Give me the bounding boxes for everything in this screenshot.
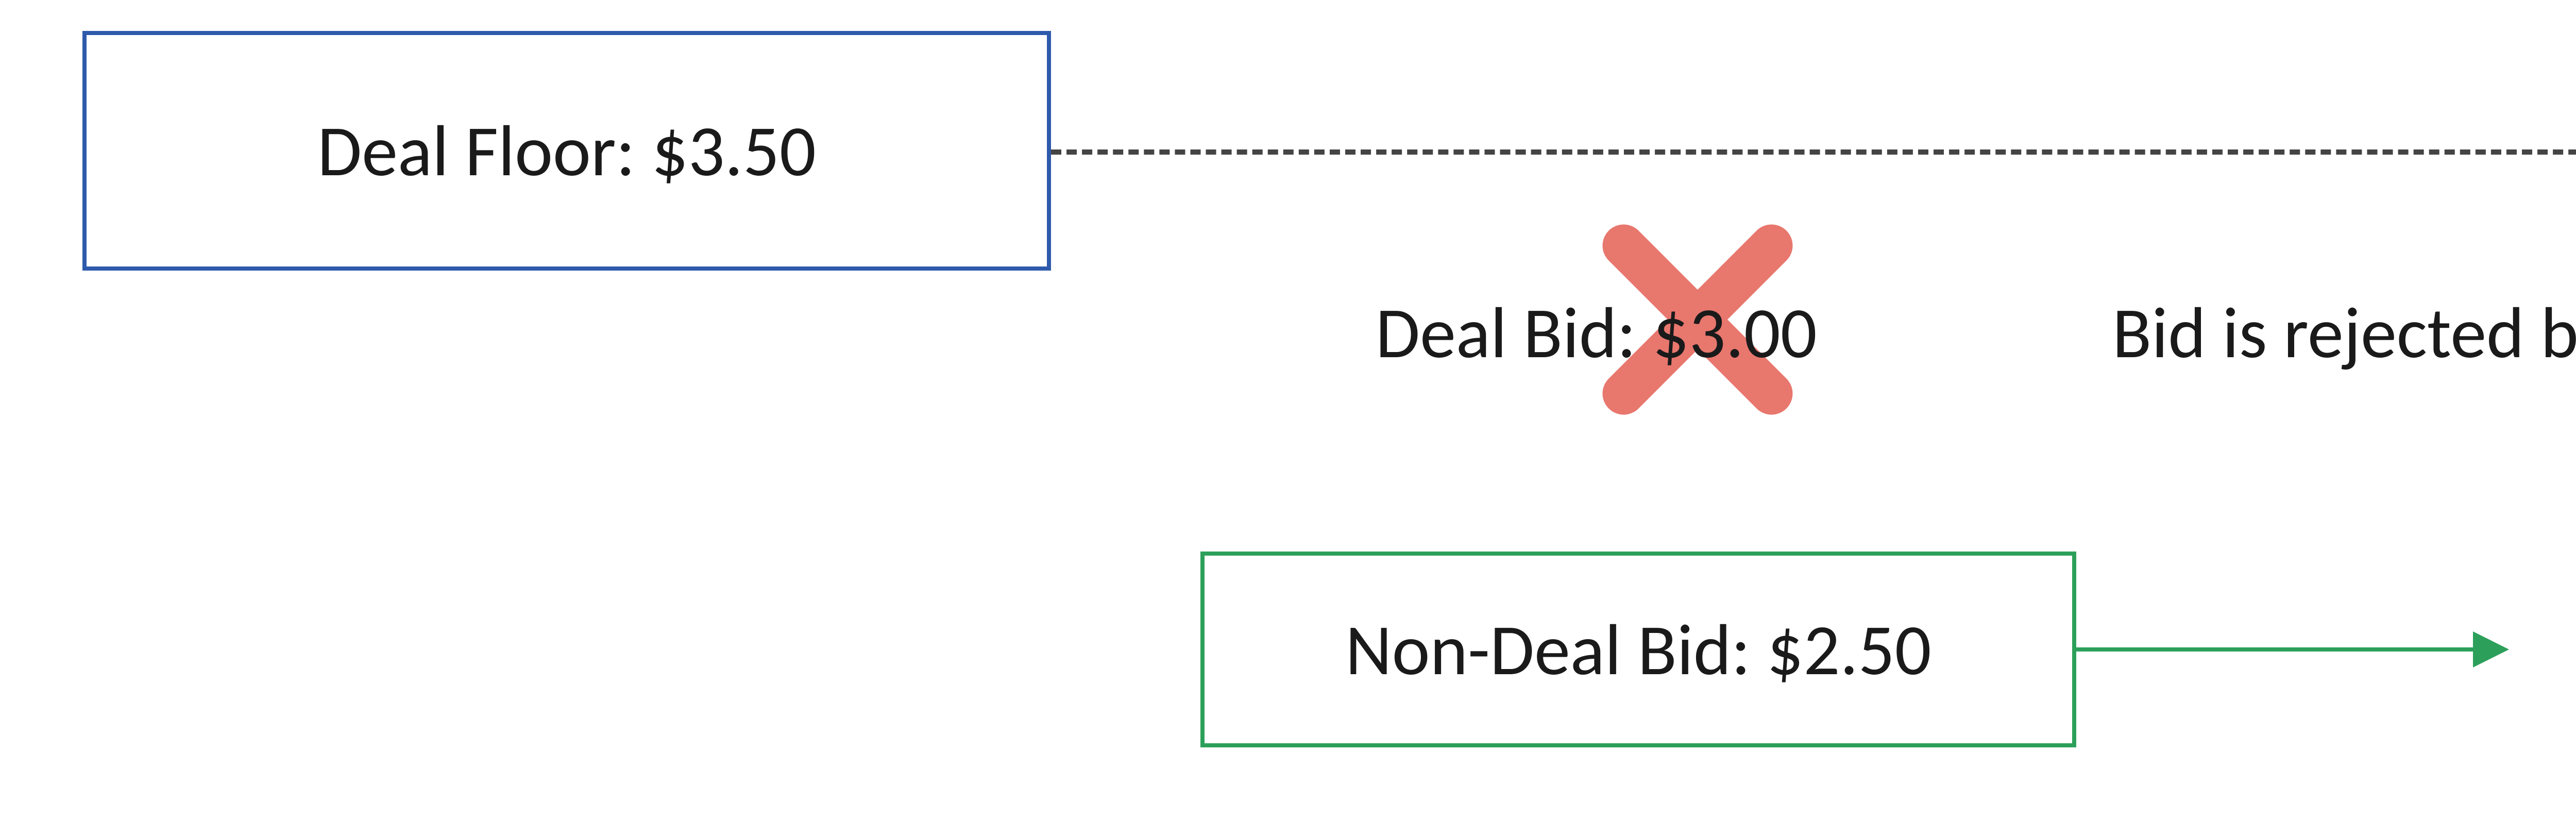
deal-bid-label: Deal Bid: $3.00	[1376, 289, 1817, 377]
rejection-note: Bid is rejected because it is below the …	[2112, 289, 2576, 377]
winner-arrow-line	[2076, 647, 2473, 652]
winner-arrow-head-icon	[2473, 631, 2509, 667]
deal-floor-threshold-line	[1051, 149, 2576, 155]
non-deal-bid-label: Non-Deal Bid: $2.50	[1345, 606, 1931, 694]
non-deal-bid-box: Non-Deal Bid: $2.50	[1200, 552, 2076, 747]
deal-floor-box: Deal Floor: $3.50	[82, 31, 1051, 271]
deal-floor-label: Deal Floor: $3.50	[317, 107, 816, 195]
